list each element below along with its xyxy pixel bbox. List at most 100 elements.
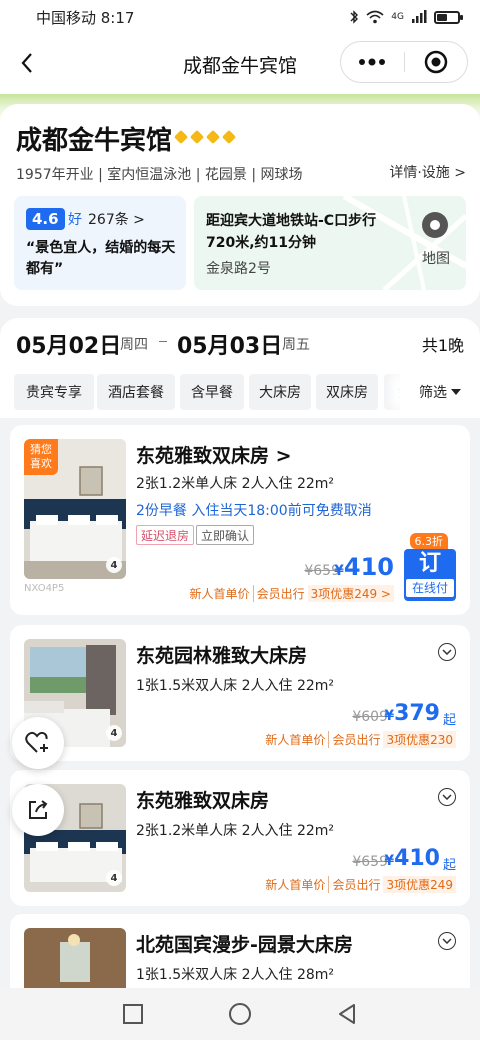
rating-word: 好 bbox=[68, 212, 82, 228]
room-name: 东苑园林雅致大床房 bbox=[136, 645, 308, 667]
review-card[interactable]: 4.6 好 267条 > “景色宜人，结婚的每天都有” bbox=[14, 196, 186, 290]
filter-chip-package[interactable]: 酒店套餐 bbox=[97, 374, 175, 410]
checkout-weekday: 周五 bbox=[282, 337, 310, 353]
nights-count: 共1晚 bbox=[421, 336, 464, 355]
carrier-time: 中国移动 8:17 bbox=[36, 8, 135, 27]
favorite-button[interactable] bbox=[12, 717, 64, 769]
caret-down-icon bbox=[451, 389, 461, 395]
image-watermark: NXO4P5 bbox=[24, 583, 65, 594]
filter-chip-vip[interactable]: 贵宾专享 bbox=[14, 374, 94, 410]
expand-button[interactable] bbox=[438, 932, 456, 950]
system-nav-bar bbox=[0, 988, 480, 1040]
nav-title: 成都金牛宾馆 bbox=[182, 54, 297, 77]
rating-score: 4.6 bbox=[26, 208, 65, 230]
current-price: ¥410 bbox=[334, 553, 394, 581]
filter-label: 筛选 bbox=[419, 385, 447, 401]
room-name: 东苑雅致双床房 > bbox=[136, 445, 292, 467]
room-name: 东苑雅致双床房 bbox=[136, 790, 270, 812]
room-spec: 2张1.2米单人床 2人入住 22m² bbox=[136, 476, 335, 492]
diamond-icon bbox=[173, 129, 189, 145]
room-spec: 1张1.5米双人床 2人入住 22m² bbox=[136, 678, 335, 694]
promo-row: 新人首单价 会员出行 3项优惠249 bbox=[262, 876, 456, 893]
miniapp-capsule bbox=[340, 41, 468, 83]
room-photo bbox=[24, 928, 126, 988]
map-pin-icon bbox=[422, 212, 448, 238]
review-quote: “景色宜人，结婚的每天都有” bbox=[26, 240, 176, 277]
filter-chip-king-bed[interactable]: 大床房 bbox=[249, 374, 311, 410]
expand-button[interactable] bbox=[438, 643, 456, 661]
promo-row: 新人首单价 会员出行 3项优惠249 > bbox=[187, 585, 394, 602]
diamond-icon bbox=[189, 129, 205, 145]
hotel-name: 成都金牛宾馆 bbox=[16, 126, 173, 156]
hotel-tags: 1957年开业 | 室内恒温泳池 | 花园景 | 网球场 bbox=[16, 167, 303, 183]
status-bar: 中国移动 8:17 4G bbox=[0, 0, 480, 34]
target-icon bbox=[424, 50, 447, 74]
room-perk: 2份早餐 入住当天18:00前可免费取消 bbox=[136, 503, 372, 519]
bluetooth-icon bbox=[350, 10, 359, 24]
square-icon[interactable] bbox=[122, 1003, 144, 1025]
room-image[interactable] bbox=[24, 928, 126, 988]
room-spec: 2张1.2米单人床 2人入住 22m² bbox=[136, 823, 335, 839]
hotel-header: 成都金牛宾馆 1957年开业 | 室内恒温泳池 | 花园景 | 网球场 详情·设… bbox=[0, 94, 480, 306]
image-count: 4 bbox=[106, 557, 122, 573]
room-name: 北苑国宾漫步-园景大床房 bbox=[136, 934, 353, 956]
tag-instant-confirm: 立即确认 bbox=[196, 525, 255, 545]
review-count: 267条 > bbox=[88, 212, 145, 228]
image-count: 4 bbox=[106, 870, 122, 886]
price-from-suffix: 起 bbox=[442, 713, 456, 728]
diamond-icon bbox=[221, 129, 237, 145]
share-button[interactable] bbox=[12, 784, 64, 836]
status-icons: 4G bbox=[349, 10, 463, 24]
network-type: 4G bbox=[391, 12, 404, 22]
diamond-icon bbox=[205, 129, 221, 145]
heart-plus-icon bbox=[25, 731, 48, 753]
circle-icon[interactable] bbox=[228, 1002, 252, 1026]
date-separator bbox=[159, 341, 167, 342]
expand-button[interactable] bbox=[438, 788, 456, 806]
current-price: ¥410 bbox=[384, 846, 440, 871]
chevron-down-icon bbox=[442, 938, 452, 944]
close-miniapp-button[interactable] bbox=[405, 42, 468, 82]
battery-icon bbox=[434, 10, 463, 24]
recommend-badge: 猜您 喜欢 bbox=[24, 439, 58, 475]
tag-late-checkout: 延迟退房 bbox=[136, 525, 195, 545]
back-button[interactable] bbox=[12, 48, 42, 78]
chevron-down-icon bbox=[442, 649, 452, 655]
price-from-suffix: 起 bbox=[442, 858, 456, 873]
book-button[interactable]: 订 在线付 bbox=[404, 549, 456, 601]
room-image[interactable]: 猜您 喜欢 4 bbox=[24, 439, 126, 579]
checkin-weekday: 周四 bbox=[120, 337, 148, 353]
checkout-date[interactable]: 05月03日 bbox=[177, 328, 282, 360]
filter-chips: 贵宾专享 酒店套餐 含早餐 大床房 双床房 免 筛选 bbox=[0, 374, 480, 410]
more-button[interactable] bbox=[341, 42, 404, 82]
filter-button[interactable]: 筛选 bbox=[400, 374, 480, 410]
map-label: 地图 bbox=[422, 251, 450, 267]
filter-chip-breakfast[interactable]: 含早餐 bbox=[180, 374, 244, 410]
location-text: 距迎宾大道地铁站-C口步行720米,约11分钟 bbox=[206, 213, 377, 251]
share-icon bbox=[29, 800, 48, 819]
room-card[interactable]: 4 东苑雅致双床房 2张1.2米单人床 2人入住 22m² ¥659 ¥410 … bbox=[10, 770, 470, 906]
back-icon bbox=[21, 53, 32, 73]
more-icon bbox=[359, 58, 386, 66]
location-card[interactable]: 距迎宾大道地铁站-C口步行720米,约11分钟 金泉路2号 地图 bbox=[194, 196, 466, 290]
checkin-date[interactable]: 05月02日 bbox=[16, 328, 121, 360]
wifi-icon bbox=[366, 10, 384, 24]
room-card[interactable]: 4 东苑园林雅致大床房 1张1.5米双人床 2人入住 22m² ¥609 ¥37… bbox=[10, 625, 470, 761]
room-spec: 1张1.5米双人床 2人入住 28m² bbox=[136, 967, 335, 983]
signal-icon bbox=[412, 10, 427, 23]
room-card[interactable]: 北苑国宾漫步-园景大床房 1张1.5米双人床 2人入住 28m² bbox=[10, 914, 470, 988]
room-card[interactable]: 猜您 喜欢 4 NXO4P5 东苑雅致双床房 > 2张1.2米单人床 2人入住 … bbox=[10, 425, 470, 615]
triangle-back-icon[interactable] bbox=[336, 1003, 358, 1025]
current-price: ¥379 bbox=[384, 701, 440, 726]
original-price: ¥609 bbox=[352, 709, 388, 725]
date-filter-section: 05月02日 周四 05月03日 周五 共1晚 贵宾专享 酒店套餐 含早餐 大床… bbox=[0, 318, 480, 418]
nav-bar: 成都金牛宾馆 bbox=[0, 34, 480, 94]
location-address: 金泉路2号 bbox=[206, 261, 271, 277]
filter-chip-twin-bed[interactable]: 双床房 bbox=[316, 374, 378, 410]
details-facilities-link[interactable]: 详情·设施 > bbox=[389, 162, 466, 182]
promo-row: 新人首单价 会员出行 3项优惠230 bbox=[262, 731, 456, 748]
original-price: ¥659 bbox=[352, 854, 388, 870]
hotel-rating-diamonds bbox=[173, 129, 237, 145]
chevron-down-icon bbox=[442, 794, 452, 800]
image-count: 4 bbox=[106, 725, 122, 741]
